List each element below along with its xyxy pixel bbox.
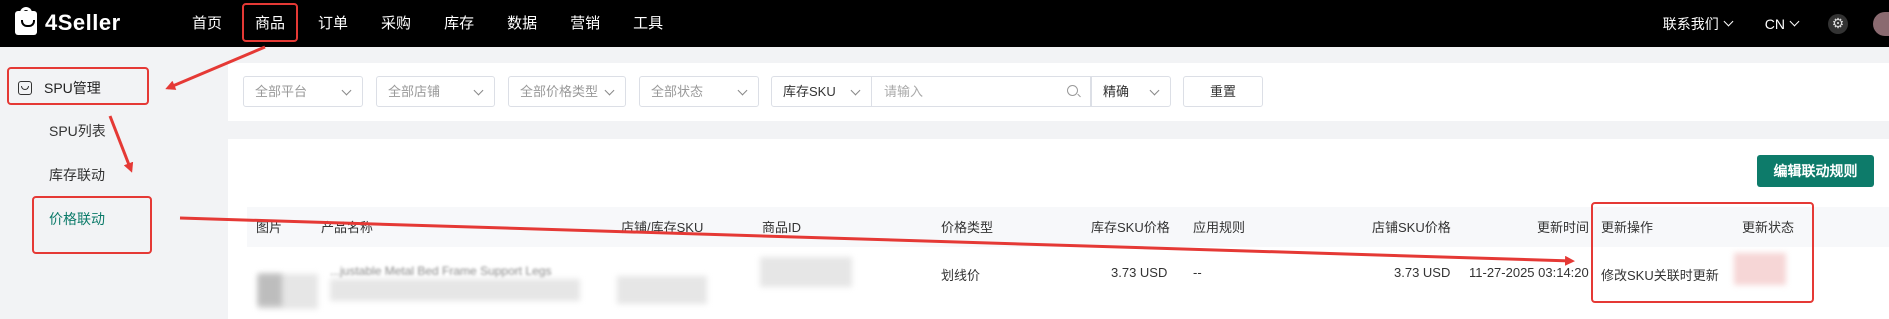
arrow-to-update-columns: [179, 216, 1575, 266]
arrow-to-price-link: [108, 115, 134, 173]
annotation-arrows: [108, 45, 1575, 266]
arrow-to-spu-manage: [165, 45, 266, 90]
